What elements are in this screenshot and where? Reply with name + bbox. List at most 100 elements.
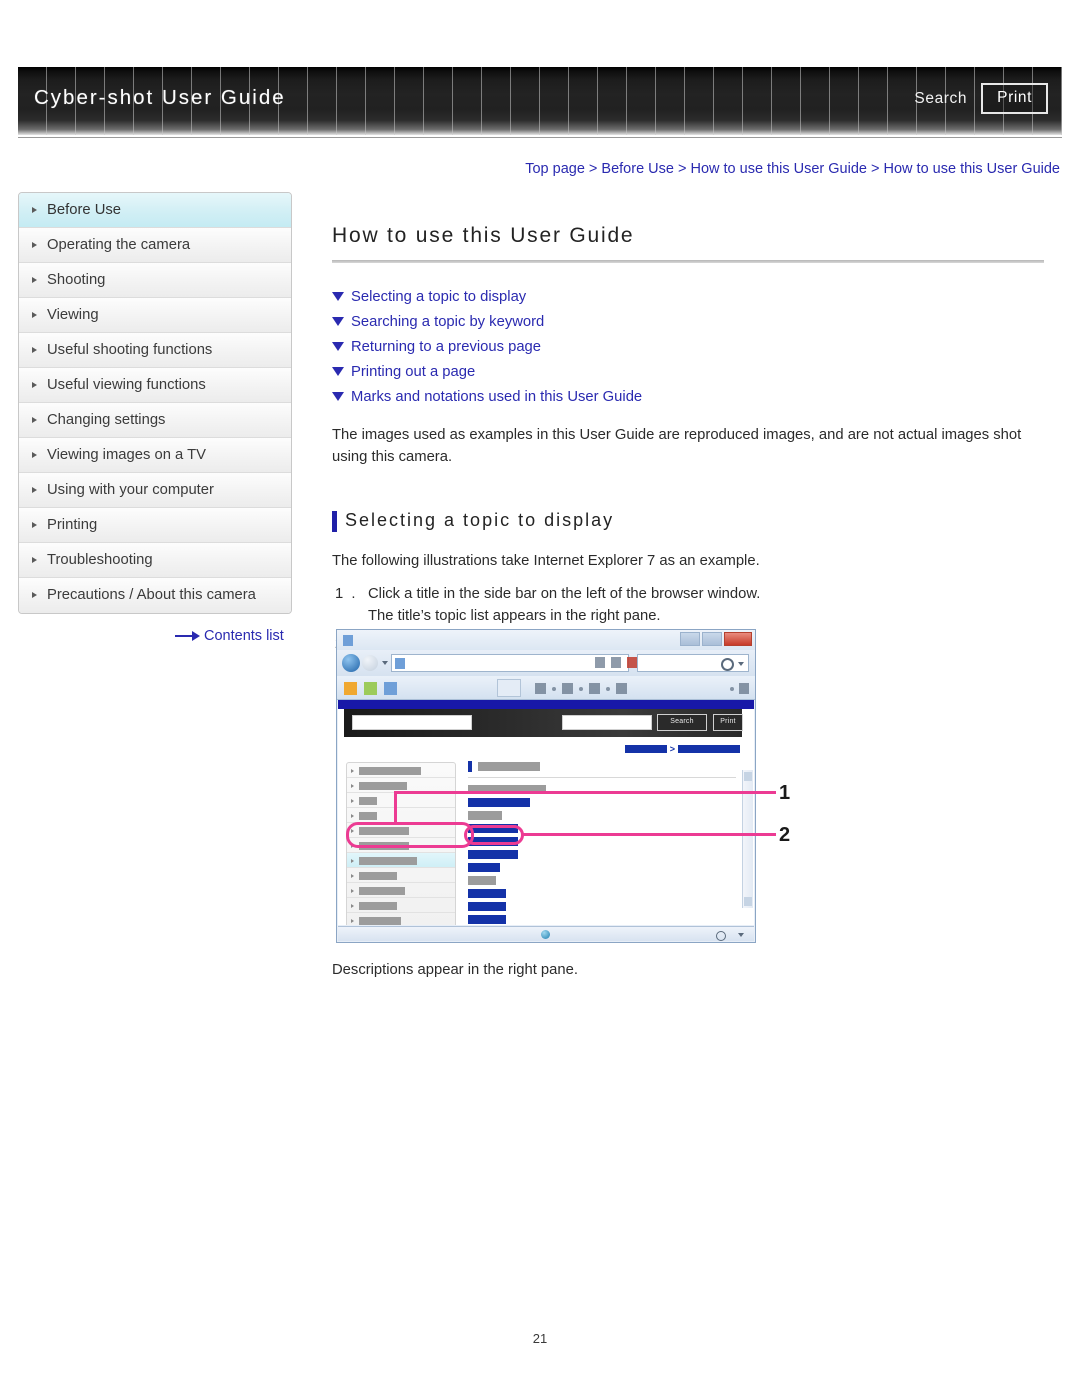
mock-right-pane xyxy=(468,760,736,925)
mock-scrollbar xyxy=(742,770,753,908)
browser-tab xyxy=(497,679,521,697)
chevron-right-icon xyxy=(32,556,37,563)
arrow-right-icon xyxy=(175,631,201,642)
sidebar-item-before-use[interactable]: Before Use xyxy=(19,193,291,228)
print-button[interactable]: Print xyxy=(981,83,1048,114)
sidebar-item-shooting[interactable]: Shooting xyxy=(19,263,291,298)
history-chevron-icon xyxy=(382,661,388,665)
contents-list-label: Contents list xyxy=(204,628,284,644)
mock-banner-box-right xyxy=(562,715,652,730)
mock-sidebar-row xyxy=(347,883,455,898)
main-content: How to use this User Guide Selecting a t… xyxy=(332,192,1060,661)
mock-right-heading xyxy=(468,760,736,774)
breadcrumb[interactable]: Top page > Before Use > How to use this … xyxy=(525,161,1060,177)
mock-crumb-seg xyxy=(624,745,667,753)
mock-print-button: Print xyxy=(713,714,743,731)
chevron-icon xyxy=(606,686,610,691)
mock-sidebar-row xyxy=(347,913,455,925)
chevron-right-icon xyxy=(32,486,37,493)
callout-number-2: 2 xyxy=(779,824,791,846)
mock-link-bar xyxy=(468,824,518,833)
page-number: 21 xyxy=(532,1331,548,1346)
chevron-right-icon xyxy=(351,829,354,833)
mock-breadcrumb: > xyxy=(624,744,740,754)
sidebar-item-label: Using with your computer xyxy=(47,482,214,498)
chevron-right-icon xyxy=(351,814,354,818)
chevron-down-icon xyxy=(738,933,744,937)
chevron-icon xyxy=(730,686,734,691)
sidebar-item-troubleshooting[interactable]: Troubleshooting xyxy=(19,543,291,578)
mock-sidebar-row xyxy=(347,778,455,793)
stop-icon xyxy=(627,657,637,668)
mock-sidebar-bar xyxy=(359,887,405,895)
topic-link[interactable]: Selecting a topic to display xyxy=(332,285,1060,310)
scroll-down-icon xyxy=(744,897,752,906)
sidebar-item-label: Shooting xyxy=(47,272,106,288)
chevron-right-icon xyxy=(32,346,37,353)
chevron-right-icon xyxy=(32,521,37,528)
sidebar-item-operating-the-camera[interactable]: Operating the camera xyxy=(19,228,291,263)
close-icon xyxy=(724,632,752,646)
heading-placeholder-bar xyxy=(478,762,540,771)
topic-link[interactable]: Marks and notations used in this User Gu… xyxy=(332,385,1060,410)
address-bar xyxy=(391,654,629,672)
chevron-right-icon xyxy=(351,904,354,908)
chevron-down-icon xyxy=(738,662,744,666)
mock-link-bar xyxy=(468,902,506,911)
contents-list-link[interactable]: Contents list xyxy=(175,628,284,644)
page-icon xyxy=(395,658,405,669)
sidebar-item-using-with-your-computer[interactable]: Using with your computer xyxy=(19,473,291,508)
mock-browser-window: Search Print > xyxy=(336,629,756,943)
sidebar-item-useful-shooting-functions[interactable]: Useful shooting functions xyxy=(19,333,291,368)
chevron-right-icon xyxy=(32,241,37,248)
step-line: The title’s topic list appears in the ri… xyxy=(368,608,661,624)
sidebar-item-changing-settings[interactable]: Changing settings xyxy=(19,403,291,438)
topic-link-label: Marks and notations used in this User Gu… xyxy=(351,389,643,405)
topic-link-label: Returning to a previous page xyxy=(351,339,542,355)
scroll-up-icon xyxy=(744,772,752,781)
mock-sidebar-bar xyxy=(359,857,417,865)
topic-link-label: Selecting a topic to display xyxy=(351,289,527,305)
sidebar-item-viewing[interactable]: Viewing xyxy=(19,298,291,333)
step-line: Click a title in the side bar on the lef… xyxy=(368,586,761,602)
sidebar-item-label: Precautions / About this camera xyxy=(47,587,256,603)
lead-text: The following illustrations take Interne… xyxy=(332,553,760,569)
step-number: 1 . xyxy=(335,586,358,602)
home-icon xyxy=(344,682,357,695)
heading-accent-bar xyxy=(468,761,472,772)
chevron-right-icon xyxy=(32,381,37,388)
sidebar-item-label: Operating the camera xyxy=(47,237,191,253)
topic-link[interactable]: Returning to a previous page xyxy=(332,335,1060,360)
sidebar-item-printing[interactable]: Printing xyxy=(19,508,291,543)
topic-link[interactable]: Printing out a page xyxy=(332,360,1060,385)
mock-crumb-seg xyxy=(678,745,740,753)
mock-link-bar xyxy=(468,889,506,898)
mock-sidebar-bar xyxy=(359,797,377,805)
mock-crumb-sep: > xyxy=(669,744,675,754)
help-icon xyxy=(616,683,627,694)
mock-link-bar xyxy=(468,915,506,924)
step-item: 1 . Click a title in the side bar on the … xyxy=(332,583,1060,627)
mock-banner-box-left xyxy=(352,715,472,730)
sidebar-item-useful-viewing-functions[interactable]: Useful viewing functions xyxy=(19,368,291,403)
toolbar-middle-icons xyxy=(535,683,627,694)
mock-right-rule xyxy=(468,777,736,778)
mock-page-banner: Search Print xyxy=(344,709,743,737)
mock-sidebar-bar xyxy=(359,872,397,880)
back-icon xyxy=(342,654,360,672)
sidebar-item-precautions-about-this-camera[interactable]: Precautions / About this camera xyxy=(19,578,291,613)
mock-link-bar xyxy=(468,863,500,872)
window-controls xyxy=(680,632,752,646)
chevron-right-icon xyxy=(32,311,37,318)
mock-text-bar xyxy=(468,811,502,820)
chevron-right-icon xyxy=(32,592,37,598)
topic-link[interactable]: Searching a topic by keyword xyxy=(332,310,1060,335)
minimize-icon xyxy=(680,632,700,646)
mock-sidebar-bar xyxy=(359,917,401,925)
chevron-right-icon xyxy=(32,276,37,283)
callout-number-1: 1 xyxy=(779,782,791,804)
search-button[interactable]: Search xyxy=(912,87,969,111)
sidebar-item-viewing-images-on-a-tv[interactable]: Viewing images on a TV xyxy=(19,438,291,473)
browser-search-box xyxy=(637,654,749,672)
chevron-right-icon xyxy=(32,206,37,213)
